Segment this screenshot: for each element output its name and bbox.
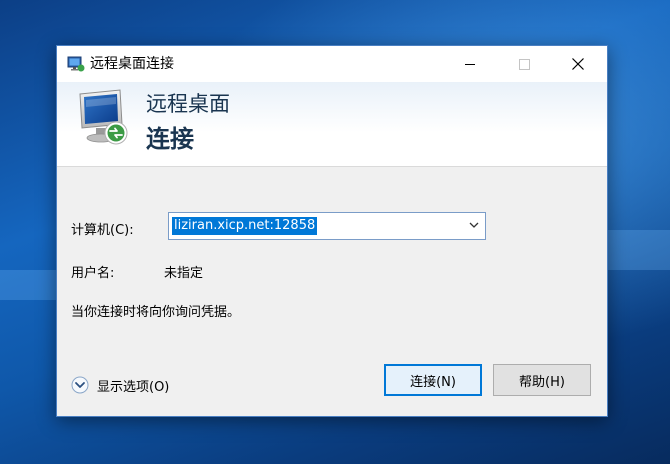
computer-label: 计算机(C): [71,223,134,238]
remote-desktop-monitor-icon [79,89,128,145]
help-button[interactable]: 帮助(H) [493,364,591,396]
show-options-label[interactable]: 显示选项(O) [97,376,169,395]
desktop-light-streak [606,230,670,270]
close-icon [572,58,584,70]
username-label: 用户名: [71,266,115,281]
expand-options-icon[interactable] [71,376,89,394]
title-bar[interactable]: 远程桌面连接 [57,46,607,82]
minimize-button[interactable] [447,46,493,82]
header-banner: 远程桌面 连接 [57,82,607,167]
minimize-icon [465,63,475,65]
computer-combobox[interactable]: liziran.xicp.net:12858 [168,212,486,240]
banner-title-line1: 远程桌面 [146,92,230,116]
computer-input[interactable]: liziran.xicp.net:12858 [172,217,318,235]
credentials-note: 当你连接时将向你询问凭据。 [71,305,241,320]
show-options-toggle[interactable]: 显示选项(O) [71,375,169,395]
connect-button[interactable]: 连接(N) [384,364,482,396]
username-value: 未指定 [164,266,204,281]
window-title: 远程桌面连接 [90,56,174,72]
remote-desktop-icon [67,56,85,72]
maximize-button[interactable] [501,46,547,82]
desktop-light-streak [0,270,60,300]
maximize-icon [518,58,530,70]
remote-desktop-window: 远程桌面连接 远程桌面 连接 计算机(C): liziran.xicp.net:… [56,45,608,417]
chevron-down-icon[interactable] [469,221,479,229]
banner-title-line2: 连接 [146,125,194,153]
close-button[interactable] [555,46,601,82]
